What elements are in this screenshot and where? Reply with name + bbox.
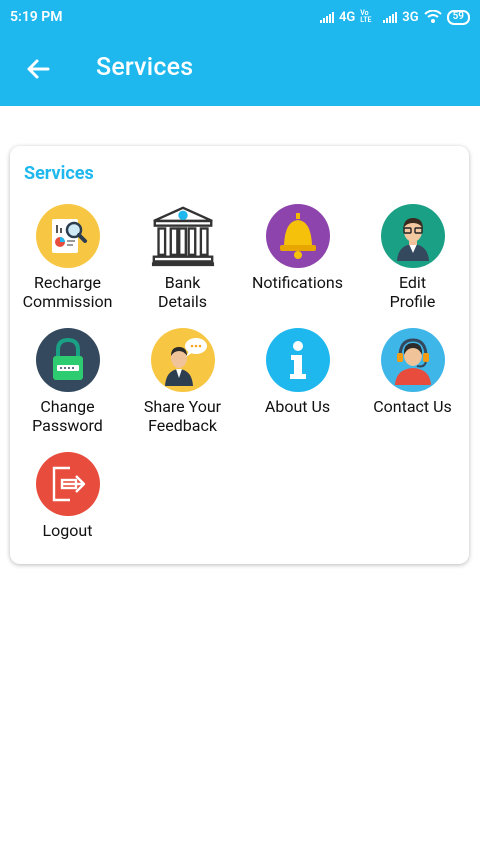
- signal-icon-2: [383, 11, 398, 23]
- card-title: Services: [24, 163, 94, 184]
- volte-indicator: Vo LTE: [360, 9, 372, 24]
- service-label: Notifications: [252, 273, 343, 292]
- service-about-us[interactable]: About Us: [240, 328, 355, 416]
- network-type-1: 4G: [338, 9, 356, 25]
- service-label: Share Your: [143, 397, 222, 416]
- recharge-commission-icon: [35, 204, 100, 268]
- network-type-2: 3G: [402, 9, 419, 25]
- service-edit-profile[interactable]: Edit Profile: [355, 204, 470, 311]
- feedback-icon: [150, 328, 215, 392]
- profile-icon: [380, 204, 445, 268]
- lock-icon: [35, 328, 100, 392]
- service-recharge-commission[interactable]: Recharge Commission: [10, 204, 125, 311]
- service-label: Contact Us: [373, 397, 452, 416]
- service-label: Bank: [164, 273, 201, 292]
- service-label: Profile: [389, 292, 436, 311]
- service-label: Logout: [42, 521, 93, 540]
- status-bar: 5:19 PM 4G Vo LTE 3G 59: [0, 0, 480, 34]
- service-bank-details[interactable]: Bank Details: [125, 204, 240, 311]
- services-card: Services Recharge Commission Bank Detail…: [10, 146, 469, 564]
- status-indicators: 4G Vo LTE 3G 59: [319, 9, 470, 25]
- back-arrow-icon[interactable]: [22, 53, 54, 85]
- info-icon: [265, 328, 330, 392]
- service-logout[interactable]: Logout: [10, 452, 125, 540]
- service-label: Feedback: [148, 416, 217, 435]
- support-agent-icon: [380, 328, 445, 392]
- signal-icon: [319, 11, 334, 23]
- service-label: Commission: [22, 292, 113, 311]
- logout-icon: [35, 452, 100, 516]
- service-label: Password: [32, 416, 103, 435]
- wifi-icon: [423, 10, 442, 23]
- service-label: Edit: [398, 273, 427, 292]
- page-title: Services: [96, 53, 194, 82]
- battery-indicator: 59: [446, 9, 470, 25]
- status-time: 5:19 PM: [10, 9, 63, 25]
- service-notifications[interactable]: Notifications: [240, 204, 355, 292]
- service-label: Change: [40, 397, 95, 416]
- service-label: About Us: [264, 397, 331, 416]
- app-bar: 5:19 PM 4G Vo LTE 3G 59 Services: [0, 0, 480, 106]
- bell-icon: [265, 204, 330, 268]
- service-label: Recharge: [34, 273, 101, 292]
- bank-icon: [150, 204, 215, 268]
- service-share-feedback[interactable]: Share Your Feedback: [125, 328, 240, 435]
- service-change-password[interactable]: Change Password: [10, 328, 125, 435]
- service-contact-us[interactable]: Contact Us: [355, 328, 470, 416]
- service-label: Details: [158, 292, 207, 311]
